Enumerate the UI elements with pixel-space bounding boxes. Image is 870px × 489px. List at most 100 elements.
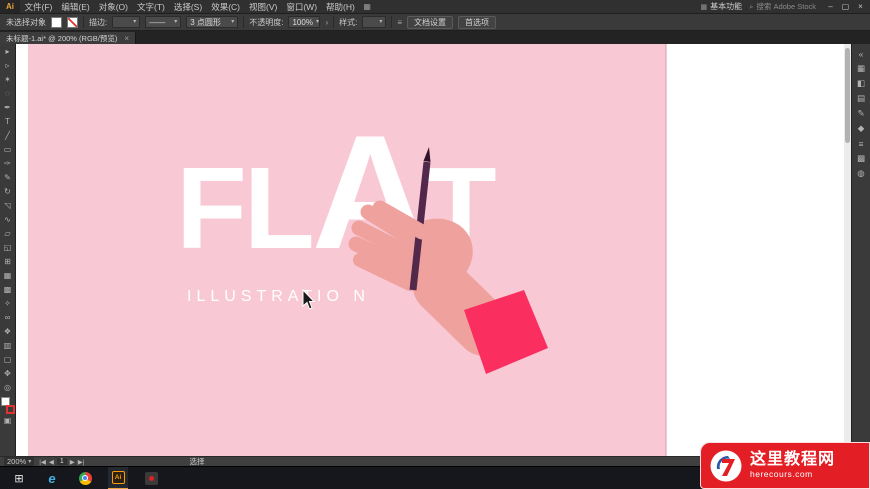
panel-options-icon[interactable]: ≡ (397, 18, 402, 27)
type-tool-icon[interactable]: T (1, 115, 15, 129)
prev-artboard-button[interactable]: ◀ (49, 458, 54, 466)
artboard-tool-icon[interactable]: ▢ (1, 353, 15, 367)
edge-taskbar-icon[interactable]: e (42, 467, 62, 489)
opacity-panel-arrow-icon[interactable]: › (325, 18, 328, 27)
site-name: 这里教程网 (750, 451, 836, 469)
search-placeholder: 搜索 Adobe Stock (756, 2, 816, 11)
rotate-tool-icon[interactable]: ↻ (1, 185, 15, 199)
gradient-panel-icon[interactable]: ▩ (853, 151, 870, 166)
blend-tool-icon[interactable]: ∞ (1, 311, 15, 325)
maximize-button[interactable]: ▢ (838, 2, 853, 11)
transparency-panel-icon[interactable]: ◍ (853, 166, 870, 181)
paintbrush-tool-icon[interactable]: ✑ (1, 157, 15, 171)
start-button[interactable]: ⊞ (9, 467, 29, 489)
selection-tool-icon[interactable]: ▸ (1, 45, 15, 59)
line-tool-icon[interactable]: ╱ (1, 129, 15, 143)
divider (391, 16, 393, 28)
stroke-swatch[interactable] (5, 405, 15, 414)
free-transform-tool-icon[interactable]: ▱ (1, 227, 15, 241)
stroke-panel-icon[interactable]: ≡ (853, 136, 870, 151)
illustrator-taskbar-icon[interactable]: Ai (108, 466, 128, 489)
fill-stroke-indicator[interactable] (0, 397, 15, 414)
stroke-profile-dropdown[interactable]: —— ▾ (145, 16, 182, 28)
menu-item[interactable]: 视图(V) (245, 1, 282, 13)
close-button[interactable]: × (853, 2, 868, 11)
workspace: ▸ ▹ ✶ ◌ ✒ T ╱ ▭ ✑ ✎ ↻ ◹ ∿ ▱ ◱ ⊞ ▦ ▩ ✧ ∞ ❖ ▥ ▢ ✥ ◎ ▣ FL A T ILLUS… (0, 44, 870, 456)
gradient-tool-icon[interactable]: ▩ (1, 283, 15, 297)
magic-wand-tool-icon[interactable]: ✶ (1, 73, 15, 87)
stroke-label: 描边: (89, 17, 108, 27)
preferences-button[interactable]: 首选项 (458, 15, 497, 29)
search-icon: ⌕ (749, 1, 754, 11)
current-artboard-field[interactable]: 1 (56, 458, 67, 465)
mesh-tool-icon[interactable]: ▦ (1, 269, 15, 283)
hand-tool-icon[interactable]: ✥ (1, 367, 15, 381)
style-dropdown[interactable]: ▾ (362, 16, 387, 28)
stroke-width-dropdown[interactable]: ▾ (112, 16, 141, 28)
width-tool-icon[interactable]: ∿ (1, 213, 15, 227)
workspace-icon: ▦ (700, 3, 708, 11)
screen-mode-icon[interactable]: ▣ (1, 414, 15, 428)
stock-search[interactable]: ⌕ 搜索 Adobe Stock (749, 1, 816, 12)
graph-tool-icon[interactable]: ▥ (1, 339, 15, 353)
color-guide-panel-icon[interactable]: ◧ (853, 76, 870, 91)
stroke-color-swatch[interactable] (67, 16, 78, 28)
shape-builder-tool-icon[interactable]: ◱ (1, 241, 15, 255)
swatches-panel-icon[interactable]: ▤ (853, 91, 870, 106)
menu-item[interactable]: 效果(C) (207, 1, 245, 13)
headline-part: FL (176, 143, 315, 273)
minimize-button[interactable]: – (823, 2, 838, 11)
chevron-down-icon: ▾ (231, 19, 235, 25)
opacity-dropdown[interactable]: 100% ▾ (288, 16, 321, 28)
collapse-panels-icon[interactable]: « (853, 46, 870, 61)
illustrator-window: Ai 文件(F) 编辑(E) 对象(O) 文字(T) 选择(S) 效果(C) 视图(V) 窗口… (0, 0, 870, 489)
color-panel-icon[interactable]: ▦ (853, 61, 870, 76)
document-tab[interactable]: 未标题-1.ai* @ 200% (RGB/预览) × (0, 32, 137, 44)
chrome-taskbar-icon[interactable] (75, 467, 95, 489)
next-artboard-button[interactable]: ▶ (70, 458, 75, 466)
brush-definition-dropdown[interactable]: 3 点圆形 ▾ (186, 16, 239, 28)
menu-item[interactable]: 文件(F) (20, 1, 57, 13)
site-url: herecours.com (750, 468, 813, 479)
lasso-tool-icon[interactable]: ◌ (1, 87, 15, 101)
first-artboard-button[interactable]: |◀ (39, 458, 46, 466)
arrange-documents-icon[interactable]: ▦ (363, 2, 371, 11)
direct-selection-tool-icon[interactable]: ▹ (1, 59, 15, 73)
vertical-scrollbar[interactable] (844, 44, 851, 456)
subtitle-artwork[interactable]: ILLUSTRATIO N (187, 288, 370, 306)
workspace-switcher[interactable]: ▦ 基本功能 (701, 1, 743, 12)
symbol-sprayer-tool-icon[interactable]: ❖ (1, 325, 15, 339)
menu-item[interactable]: 选择(S) (169, 1, 206, 13)
recorder-taskbar-icon[interactable] (141, 467, 161, 489)
tab-close-icon[interactable]: × (124, 34, 129, 43)
menu-item[interactable]: 窗口(W) (282, 1, 322, 13)
edge-icon: e (48, 470, 56, 486)
artboard-navigation: |◀ ◀ 1 ▶ ▶| (39, 458, 84, 466)
last-artboard-button[interactable]: ▶| (78, 458, 85, 466)
menu-item[interactable]: 帮助(H) (322, 1, 360, 13)
menu-item[interactable]: 文字(T) (132, 1, 169, 13)
canvas-area[interactable]: FL A T ILLUSTRATIO N (16, 44, 851, 456)
headline-artwork[interactable]: FL A T (176, 102, 497, 283)
menu-item[interactable]: 对象(O) (94, 1, 132, 13)
symbols-panel-icon[interactable]: ◆ (853, 121, 870, 136)
zoom-tool-icon[interactable]: ◎ (1, 381, 15, 395)
zoom-dropdown[interactable]: 200% ▾ (4, 457, 35, 466)
menu-item[interactable]: 编辑(E) (57, 1, 94, 13)
document-setup-button[interactable]: 文档设置 (407, 15, 454, 29)
headline-part: A (311, 102, 429, 283)
divider (243, 16, 245, 28)
recorder-icon (144, 471, 158, 485)
scrollbar-thumb[interactable] (845, 48, 850, 143)
scale-tool-icon[interactable]: ◹ (1, 199, 15, 213)
pen-tool-icon[interactable]: ✒ (1, 101, 15, 115)
pencil-tool-icon[interactable]: ✎ (1, 171, 15, 185)
fill-color-swatch[interactable] (51, 16, 62, 28)
perspective-grid-tool-icon[interactable]: ⊞ (1, 255, 15, 269)
windows-logo-icon: ⊞ (14, 472, 24, 485)
app-logo: Ai (0, 0, 20, 13)
opacity-value: 100% (292, 17, 313, 27)
brushes-panel-icon[interactable]: ✎ (853, 106, 870, 121)
eyedropper-tool-icon[interactable]: ✧ (1, 297, 15, 311)
rectangle-tool-icon[interactable]: ▭ (1, 143, 15, 157)
